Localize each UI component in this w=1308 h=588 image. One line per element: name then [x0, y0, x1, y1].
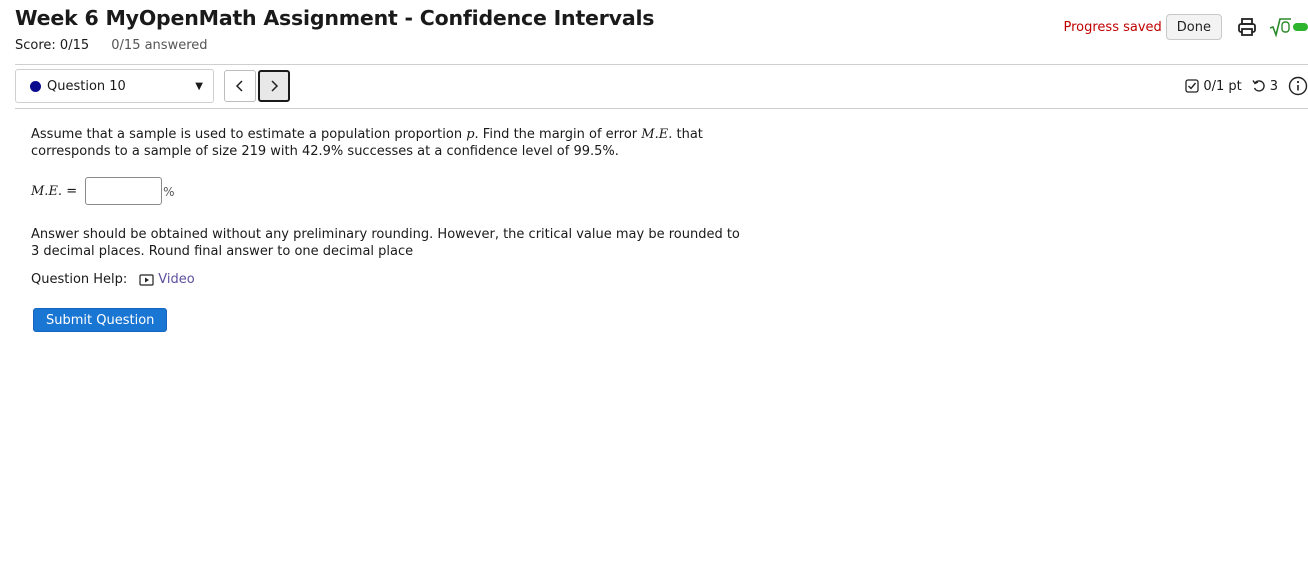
header-actions: Progress saved Done	[1064, 14, 1308, 40]
answer-row: M.E. = %	[31, 177, 175, 205]
question-text: Assume that a sample is used to estimate…	[31, 127, 703, 159]
status-dot-icon	[30, 80, 41, 92]
points-label: 0/1 pt	[1203, 78, 1242, 94]
help-label: Question Help:	[31, 272, 128, 287]
info-icon[interactable]	[1288, 76, 1308, 96]
var-me: M.E.	[641, 127, 673, 142]
margin-of-error-input[interactable]	[85, 177, 163, 205]
print-icon[interactable]	[1236, 16, 1258, 38]
page-title: Week 6 MyOpenMath Assignment - Confidenc…	[15, 6, 655, 30]
next-question-button[interactable]	[258, 70, 290, 102]
math-entry-toggle-icon[interactable]	[1268, 16, 1308, 38]
answered-count: 0/15 answered	[111, 38, 208, 53]
question-select[interactable]: Question 10 ▼	[15, 69, 214, 103]
question-select-label: Question 10	[47, 78, 126, 94]
checkbox-icon	[1185, 79, 1199, 93]
percent-unit: %	[163, 185, 175, 199]
done-button[interactable]: Done	[1165, 14, 1222, 40]
progress-status: Progress saved	[1063, 19, 1162, 35]
question-divider	[15, 108, 1308, 109]
submit-question-button[interactable]: Submit Question	[33, 308, 168, 332]
me-label: M.E. =	[31, 183, 78, 199]
score-line: Score: 0/15 0/15 answered	[15, 38, 208, 53]
chevron-right-icon	[271, 80, 279, 92]
attempts-count: 3	[1269, 78, 1278, 94]
header-divider	[15, 64, 1308, 65]
var-p: p	[466, 127, 475, 142]
score-text: Score: 0/15	[15, 38, 90, 53]
video-link[interactable]: Video	[158, 272, 194, 287]
previous-question-button[interactable]	[224, 70, 256, 102]
caret-down-icon: ▼	[195, 81, 203, 92]
retry-icon	[1252, 80, 1265, 92]
video-play-icon[interactable]	[139, 273, 154, 286]
question-help: Question Help: Video	[31, 272, 195, 287]
question-info: 0/1 pt 3	[1185, 76, 1308, 96]
chevron-left-icon	[235, 80, 243, 92]
rounding-note: Answer should be obtained without any pr…	[31, 227, 740, 259]
